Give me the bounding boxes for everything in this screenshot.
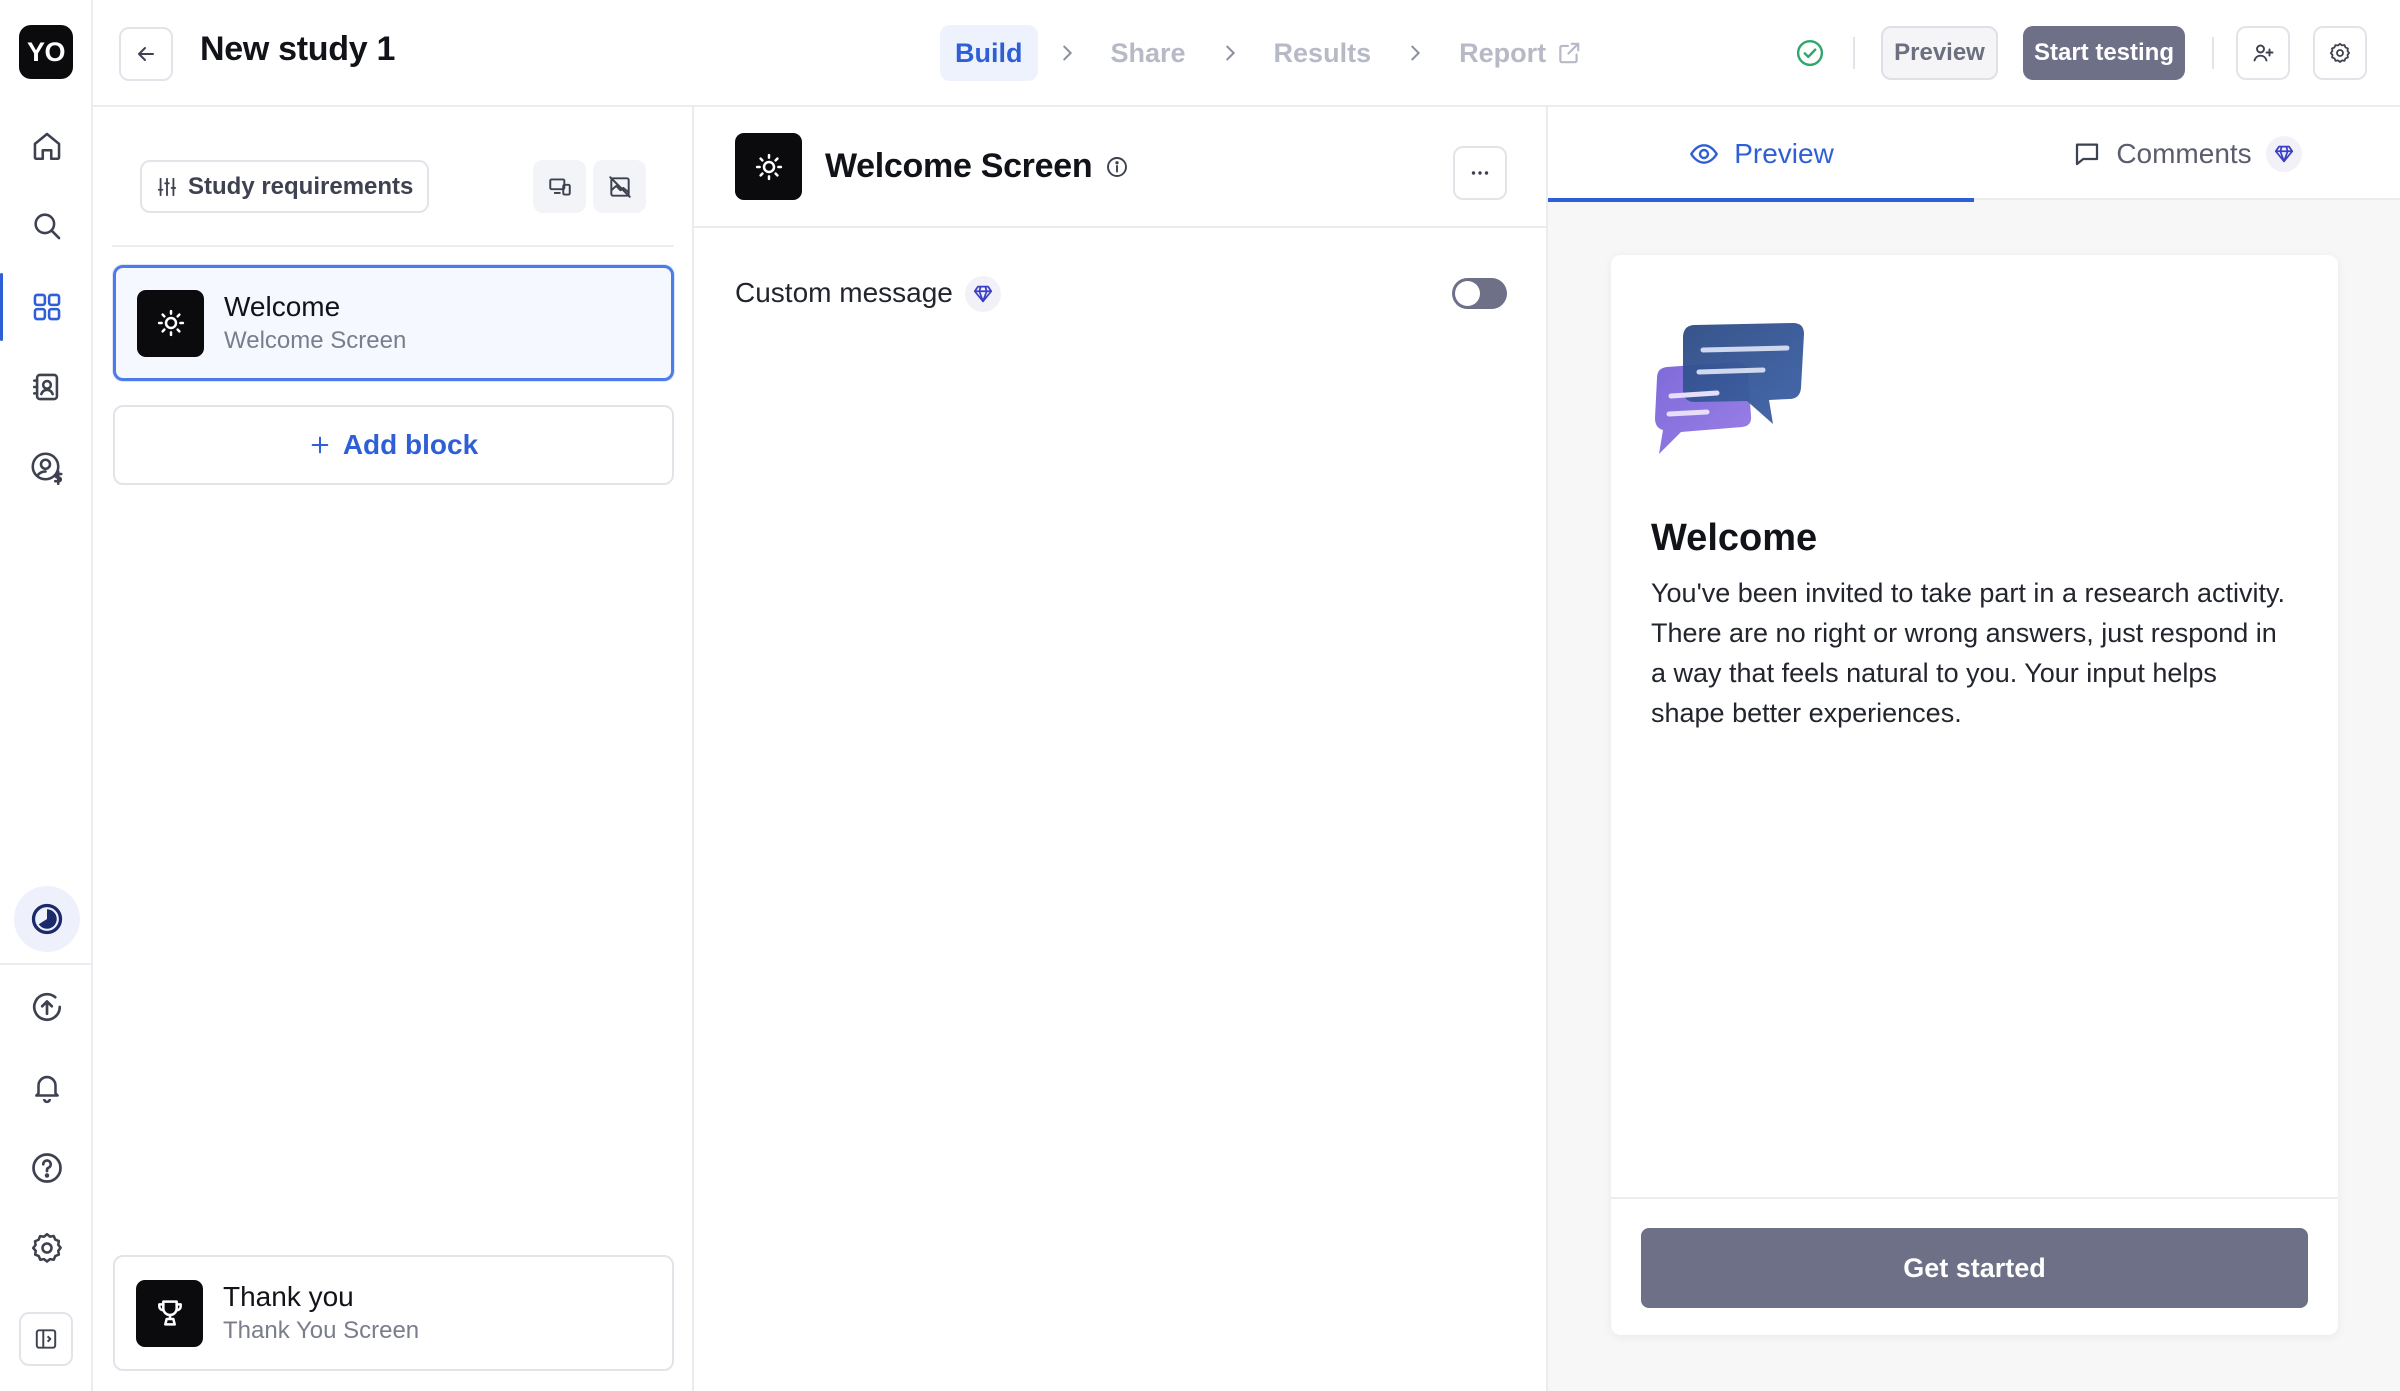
home-icon[interactable]: [22, 121, 72, 171]
block-editor: Welcome Screen Custom message: [694, 107, 1548, 1391]
preview-panel: Preview Comments Welcome You've been inv…: [1548, 107, 2400, 1391]
study-title[interactable]: New study 1: [200, 30, 395, 69]
progress-icon[interactable]: [14, 886, 80, 952]
hide-media-button[interactable]: [593, 160, 646, 213]
gear-icon[interactable]: [22, 1223, 72, 1273]
editor-header: Welcome Screen: [694, 107, 1548, 228]
chevron-right-icon: [1386, 42, 1444, 64]
help-icon[interactable]: [22, 1143, 72, 1193]
block-title: Welcome: [224, 291, 341, 322]
chevron-right-icon: [1201, 42, 1259, 64]
custom-message-label: Custom message: [735, 277, 953, 308]
rail-divider: [0, 963, 93, 965]
toolbar-divider: [2212, 37, 2214, 69]
preview-button[interactable]: Preview: [1881, 26, 1998, 80]
preview-tabs: Preview Comments: [1548, 107, 2400, 202]
block-subtitle: Welcome Screen: [224, 327, 407, 354]
invite-user-button[interactable]: [2236, 26, 2290, 80]
toolbar-divider: [1853, 37, 1855, 69]
preview-body: You've been invited to take part in a re…: [1651, 578, 2286, 728]
sliders-icon: [157, 177, 177, 196]
editor-title: Welcome Screen: [825, 147, 1093, 185]
upload-icon[interactable]: [22, 982, 72, 1032]
search-icon[interactable]: [22, 201, 72, 251]
comment-icon: [2076, 143, 2099, 165]
preview-footer-divider: [1611, 1197, 2338, 1199]
get-started-button[interactable]: Get started: [1641, 1228, 2308, 1308]
blocks-panel: Study requirements Welcome Welcome Scree…: [93, 107, 694, 1391]
more-options-button[interactable]: [1453, 146, 1507, 200]
top-bar: New study 1 Build Share Results Report P…: [93, 0, 2400, 107]
collapse-sidebar-icon[interactable]: [19, 1312, 73, 1366]
gear-icon: [2329, 42, 2350, 63]
add-block-button[interactable]: Add block: [113, 405, 674, 485]
study-requirements-button[interactable]: Study requirements: [140, 160, 430, 213]
user-plus-icon: [2253, 44, 2274, 62]
sun-icon: [735, 133, 802, 200]
welcome-preview-card: Welcome You've been invited to take part…: [1611, 255, 2338, 1335]
external-link-icon: [1556, 40, 1582, 66]
user-dollar-icon[interactable]: [22, 443, 72, 493]
check-circle-icon: [1795, 38, 1825, 68]
bell-icon[interactable]: [22, 1062, 72, 1112]
premium-gem-icon: [965, 276, 1001, 312]
arrow-left-icon: [138, 47, 154, 61]
premium-gem-icon: [2265, 135, 2302, 172]
app-logo[interactable]: YO: [19, 25, 73, 79]
settings-button[interactable]: [2313, 26, 2367, 80]
study-steps: Build Share Results Report: [940, 25, 1597, 81]
tab-preview-label: Preview: [1734, 137, 1834, 169]
back-button[interactable]: [119, 27, 173, 81]
step-report[interactable]: Report: [1444, 25, 1597, 81]
step-report-label: Report: [1459, 37, 1547, 68]
tab-preview[interactable]: Preview: [1548, 107, 1974, 202]
sun-icon: [137, 289, 204, 357]
device-preview-button[interactable]: [533, 160, 586, 213]
custom-message-toggle[interactable]: [1452, 278, 1507, 309]
contacts-icon[interactable]: [22, 362, 72, 412]
chevron-right-icon: [1038, 42, 1096, 64]
devices-icon: [548, 177, 571, 196]
study-requirements-label: Study requirements: [188, 172, 414, 200]
step-share[interactable]: Share: [1096, 25, 1201, 81]
block-subtitle: Thank You Screen: [223, 1317, 420, 1344]
image-off-icon: [608, 175, 631, 198]
chat-bubbles-illustration: [1651, 320, 1807, 456]
more-horizontal-icon: [1471, 171, 1489, 175]
plus-icon: [311, 436, 329, 454]
navigation-rail: YO: [0, 0, 93, 1391]
info-icon[interactable]: [1105, 155, 1129, 179]
block-thank-you[interactable]: Thank you Thank You Screen: [113, 1255, 674, 1371]
step-build[interactable]: Build: [940, 25, 1038, 81]
start-testing-button[interactable]: Start testing: [2023, 26, 2185, 80]
grid-icon[interactable]: [0, 273, 72, 341]
block-welcome[interactable]: Welcome Welcome Screen: [113, 265, 674, 381]
tab-comments[interactable]: Comments: [1974, 107, 2400, 200]
trophy-icon: [136, 1279, 203, 1347]
preview-title: Welcome: [1651, 517, 1818, 559]
add-block-label: Add block: [342, 429, 479, 460]
eye-icon: [1690, 143, 1719, 164]
panel-divider: [112, 245, 674, 247]
step-results[interactable]: Results: [1259, 25, 1387, 81]
block-title: Thank you: [223, 1281, 354, 1312]
tab-comments-label: Comments: [2116, 137, 2252, 169]
